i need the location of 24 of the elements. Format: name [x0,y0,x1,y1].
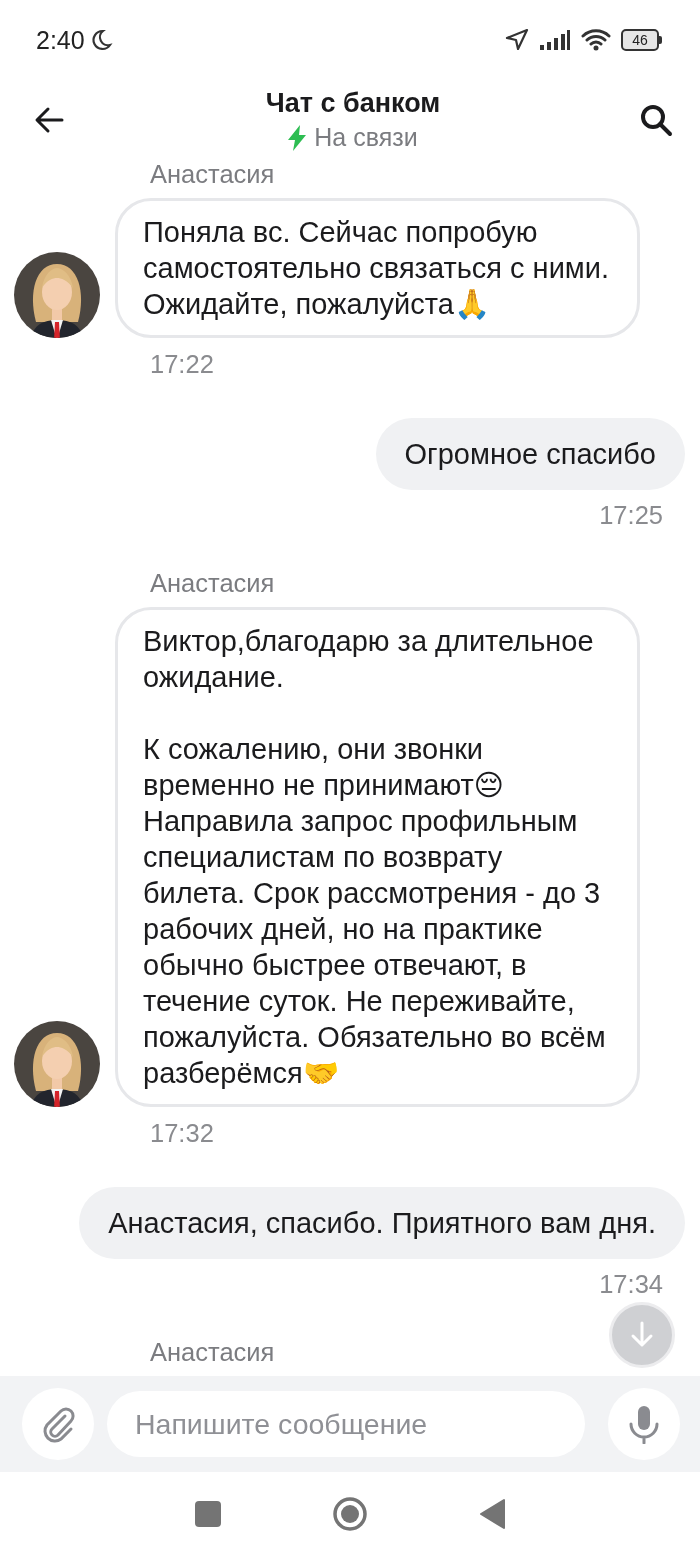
message-time: 17:34 [599,1270,663,1298]
battery-icon: 46 [621,29,662,51]
signal-icon [539,29,571,51]
recents-button[interactable] [194,1500,222,1528]
message-input[interactable]: Напишите сообщение [107,1391,585,1457]
wifi-icon [581,28,611,52]
sender-name: Анастасия [150,569,276,597]
location-icon [505,28,529,52]
message-bubble: Виктор,благодарю за длительное ожидание. К сожалению, они звонки временно не принимают😔 Направила запрос профильным специалистам по возврату билета. Срок рассмотрения - до 3 рабочих дней, но на практике обычно быстрее отвечают, в течение суток. Не переживайте, пожалуйста. Обязательно во всём разберёмся🤝 [115,607,640,1107]
home-button[interactable] [332,1496,368,1532]
back-nav-button[interactable] [478,1498,506,1530]
sender-name: Анастасия [150,160,276,188]
chat-title: Чат с банком [265,88,441,119]
message-time: 17:25 [599,501,663,529]
message-bubble: Анастасия, спасибо. Приятного вам дня. [79,1187,685,1259]
online-status: На связи [314,123,418,152]
message-time: 17:32 [150,1119,215,1147]
search-button[interactable] [638,102,674,138]
message-bubble: Огромное спасибо [375,418,685,490]
clock: 2:40 [36,25,85,55]
sender-name: Анастасия [150,1338,276,1366]
message-bubble: Поняла вс. Сейчас попробую самостоятельно связаться с ними. Ожидайте, пожалуйста🙏 [115,198,640,338]
message-time: 17:22 [150,350,215,378]
lightning-icon [288,124,307,151]
